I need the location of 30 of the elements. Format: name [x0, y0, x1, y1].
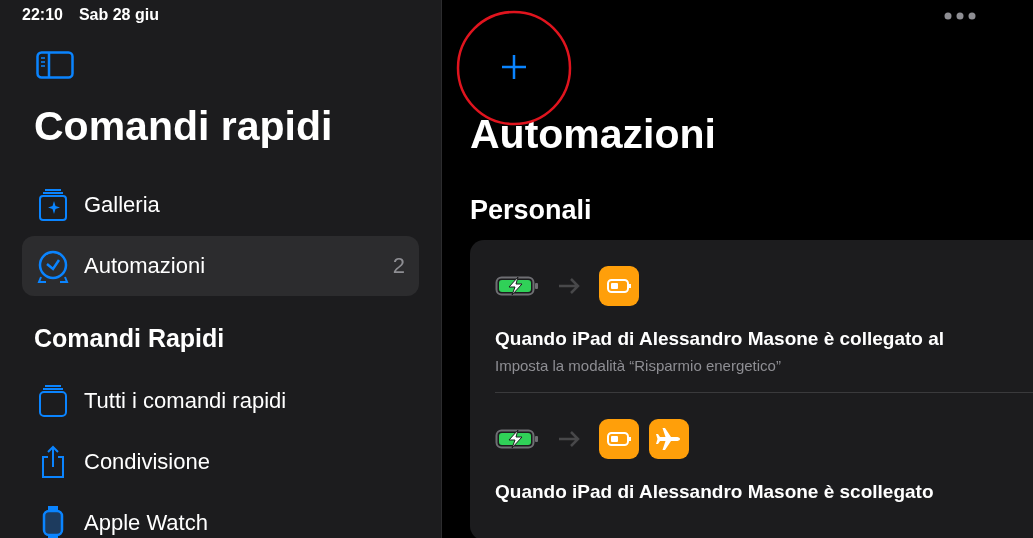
page-title: Automazioni	[470, 112, 717, 158]
add-icon[interactable]	[500, 53, 528, 81]
airplane-icon	[649, 419, 689, 460]
more-icon[interactable]	[944, 12, 976, 20]
arrow-icon	[557, 430, 581, 449]
automation-title: Quando iPad di Alessandro Masone è scollegato	[495, 481, 935, 504]
automation-title: Quando iPad di Alessandro Masone è collegato al	[495, 328, 946, 351]
stack-icon	[36, 384, 70, 419]
charging-battery-icon	[495, 428, 539, 451]
automation-row[interactable]: Quando iPad di Alessandro Masone è collegato al Imposta la modalità “Risparmio energetico”	[495, 240, 1033, 393]
automation-row[interactable]: Quando iPad di Alessandro Masone è scollegato	[495, 392, 1033, 522]
clock-icon	[36, 249, 70, 284]
sidebar-toggle-icon[interactable]	[36, 51, 74, 79]
low-battery-icon	[599, 419, 639, 460]
sidebar-item[interactable]: Apple Watch	[22, 493, 419, 538]
status-time: 22:10	[22, 6, 63, 24]
item-count: 2	[392, 253, 405, 280]
section-header: Comandi Rapidi	[34, 324, 226, 354]
sidebar-title: Comandi rapidi	[34, 104, 334, 150]
sidebar-item[interactable]: Automazioni 2	[22, 236, 419, 297]
section-header: Personali	[470, 195, 593, 227]
low-battery-icon	[599, 266, 639, 307]
sidebar-item[interactable]: Galleria	[22, 175, 419, 236]
gallery-icon	[36, 188, 70, 223]
sidebar-item[interactable]: Condivisione	[22, 432, 419, 493]
status-date: Sab 28 giu	[78, 6, 159, 24]
charging-battery-icon	[495, 275, 539, 298]
arrow-icon	[557, 277, 581, 296]
automation-subtitle: Imposta la modalità “Risparmio energetico”	[495, 357, 782, 375]
sidebar-item[interactable]: Tutti i comandi rapidi	[22, 371, 419, 432]
